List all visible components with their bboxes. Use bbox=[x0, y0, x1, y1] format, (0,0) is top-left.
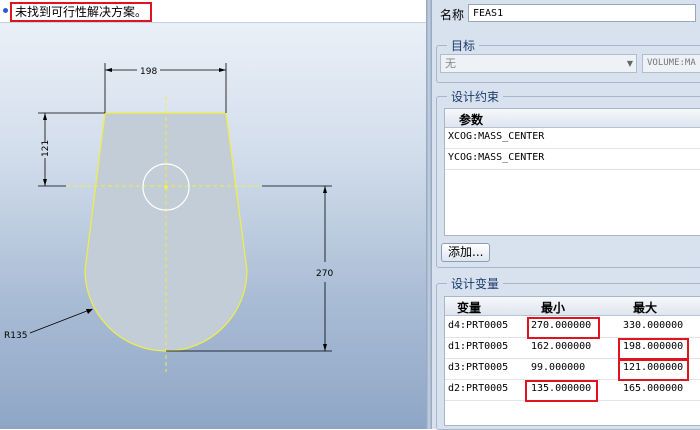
highlight-d3-max bbox=[618, 359, 689, 381]
constraints-header-param: 参数 bbox=[459, 113, 484, 127]
dim-top-width: 198 bbox=[140, 67, 157, 77]
variables-title: 设计变量 bbox=[447, 275, 504, 292]
chevron-down-icon: ▼ bbox=[626, 59, 633, 68]
feasibility-panel: 名称 FEAS1 目标 无 ▼ VOLUME:MA 设计约束 参数 XCOG:M… bbox=[432, 0, 700, 430]
highlight-d2-min bbox=[525, 380, 598, 402]
dim-height-lower: 270 bbox=[316, 269, 333, 279]
objective-title: 目标 bbox=[447, 37, 480, 54]
objective-select[interactable]: 无 ▼ bbox=[440, 54, 637, 73]
variable-min[interactable]: 162.000000 bbox=[531, 341, 591, 352]
sketch-drawing: 198 121 270 R135 bbox=[4, 63, 333, 372]
name-input[interactable]: FEAS1 bbox=[468, 4, 696, 22]
constraints-header: 参数 bbox=[445, 109, 700, 128]
dim-height-top: 121 bbox=[41, 140, 51, 157]
variables-table: 变量 最小 最大 d4:PRT0005 270.000000 330.00000… bbox=[444, 296, 700, 426]
objective-function-value: VOLUME:MA bbox=[647, 58, 696, 68]
variable-min[interactable]: 99.000000 bbox=[531, 362, 585, 373]
variables-header: 变量 最小 最大 bbox=[445, 297, 700, 316]
message-bar: 未找到可行性解决方案。 bbox=[0, 0, 426, 23]
highlight-d4-min bbox=[527, 317, 600, 339]
objective-function-select[interactable]: VOLUME:MA bbox=[642, 54, 700, 73]
add-constraint-button[interactable]: 添加... bbox=[441, 243, 491, 262]
constraint-name: XCOG:MASS_CENTER bbox=[448, 131, 545, 142]
variable-name: d1:PRT0005 bbox=[448, 341, 509, 352]
dim-radius: R135 bbox=[4, 331, 27, 341]
variables-header-min: 最小 bbox=[541, 301, 566, 315]
objective-select-value: 无 bbox=[445, 57, 456, 70]
name-label: 名称 bbox=[440, 8, 465, 22]
variables-header-var: 变量 bbox=[457, 301, 482, 315]
table-row[interactable]: YCOG:MASS_CENTER bbox=[445, 149, 700, 170]
variable-name: d3:PRT0005 bbox=[448, 362, 509, 373]
sketch-canvas[interactable]: 198 121 270 R135 未找到可行性解决方案。 bbox=[0, 0, 426, 429]
table-row[interactable]: XCOG:MASS_CENTER bbox=[445, 128, 700, 149]
constraint-name: YCOG:MASS_CENTER bbox=[448, 152, 545, 163]
variable-name: d2:PRT0005 bbox=[448, 383, 509, 394]
constraints-table: 参数 XCOG:MASS_CENTER YCOG:MASS_CENTER bbox=[444, 108, 700, 236]
variable-name: d4:PRT0005 bbox=[448, 320, 509, 331]
constraints-title: 设计约束 bbox=[447, 88, 504, 105]
variable-max[interactable]: 165.000000 bbox=[623, 383, 683, 394]
variables-header-max: 最大 bbox=[633, 301, 658, 315]
variable-max[interactable]: 330.000000 bbox=[623, 320, 683, 331]
info-icon bbox=[3, 8, 8, 13]
status-message: 未找到可行性解决方案。 bbox=[10, 2, 153, 22]
highlight-d1-max bbox=[618, 338, 689, 360]
